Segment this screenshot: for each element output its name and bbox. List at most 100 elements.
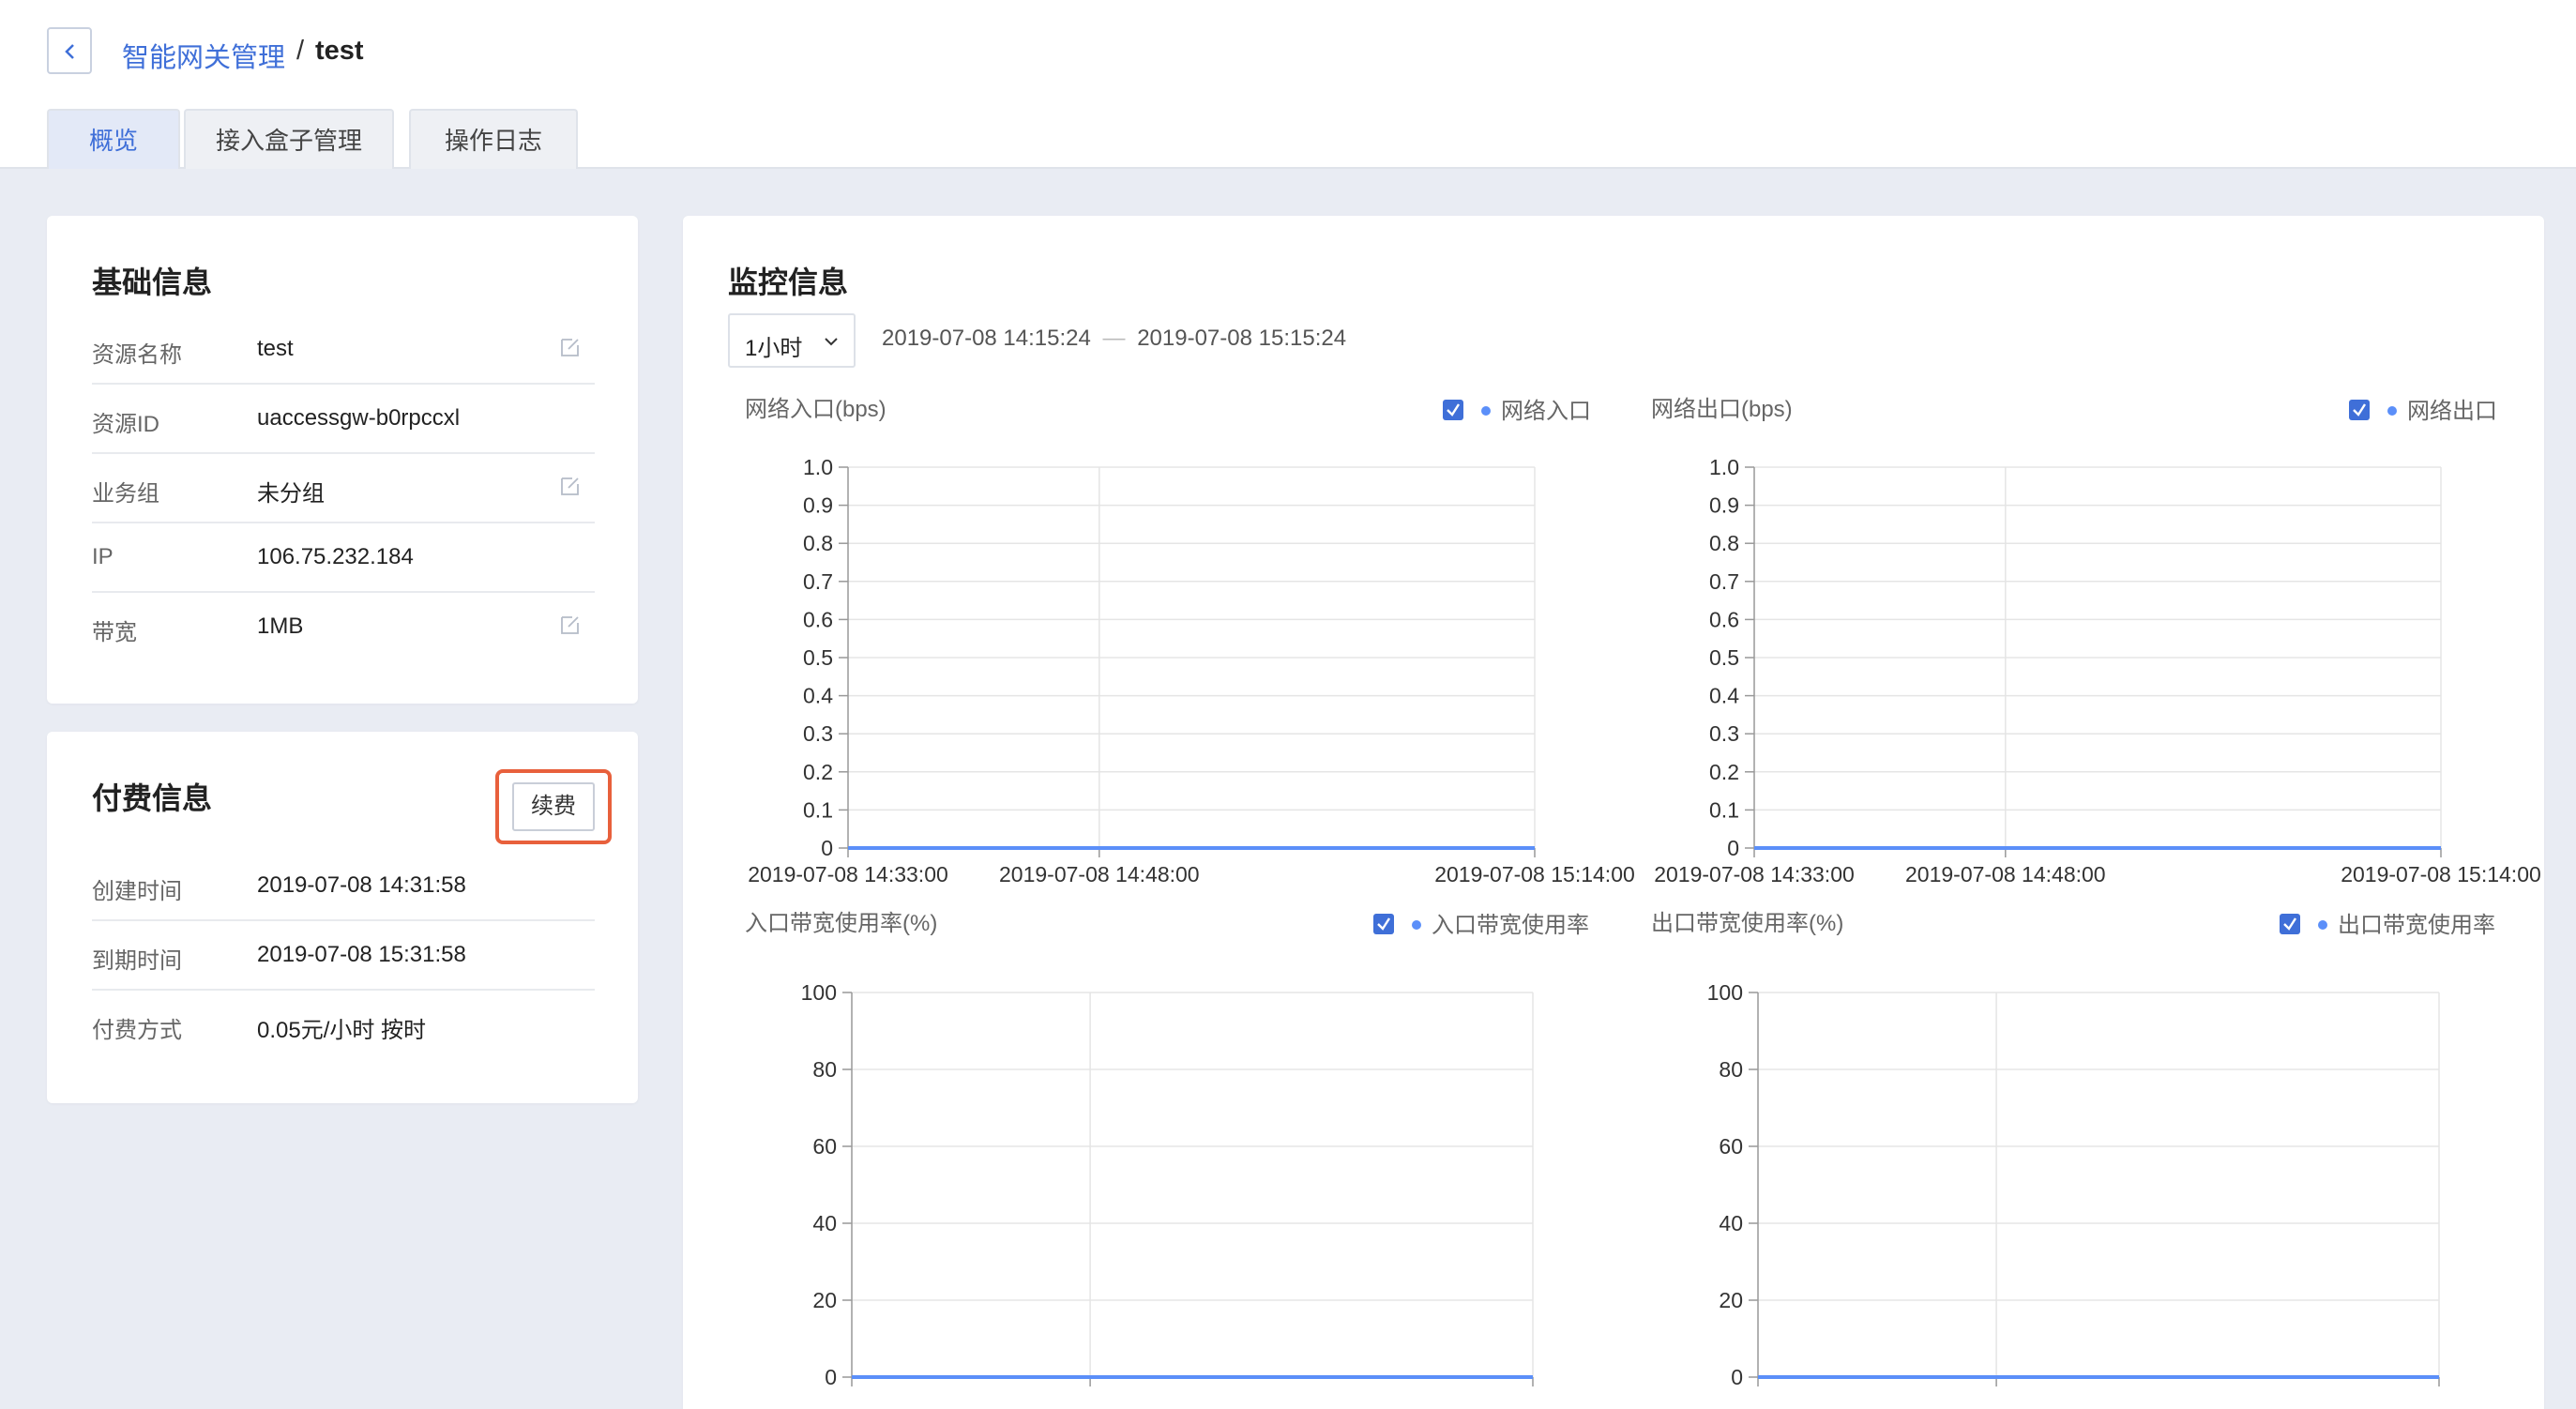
x-tick-label: 2019-07-08 14:33:00: [1654, 862, 1855, 886]
y-tick-label: 0: [1731, 1365, 1743, 1389]
x-tick-label: 2019-07-08 15:14:00: [1434, 862, 1635, 886]
info-value: test: [257, 336, 294, 361]
time-range-select[interactable]: 1小时: [728, 313, 856, 368]
tab-overview[interactable]: 概览: [47, 109, 180, 169]
chart-svg: 网络入口(bps) 网络入口 1.0 0.9 0.8 0.7 0.6 0.5 0.4 0.3 0.2…: [745, 397, 1635, 886]
info-value: 未分组: [257, 481, 325, 507]
y-tick-label: 60: [812, 1134, 837, 1159]
info-label: 到期时间: [92, 948, 182, 974]
y-tick-label: 40: [812, 1211, 837, 1235]
breadcrumb-separator: /: [296, 36, 305, 66]
legend-label: 出口带宽使用率: [2338, 913, 2495, 938]
y-tick-label: 0.4: [1709, 684, 1739, 708]
tab-box-management[interactable]: 接入盒子管理: [184, 109, 394, 169]
y-tick-label: 0.4: [803, 684, 833, 708]
y-tick-label: 0.6: [803, 607, 833, 631]
y-tick-label: 0.2: [1709, 760, 1739, 784]
chart-title: 出口带宽使用率(%): [1651, 911, 1843, 936]
chevron-down-icon: [825, 338, 838, 346]
legend-dot: [2387, 406, 2397, 416]
legend-dot: [1481, 406, 1491, 416]
renew-button[interactable]: 续费: [512, 782, 595, 831]
info-row-bandwidth: 带宽 1MB: [92, 593, 595, 662]
info-value: 1MB: [257, 614, 304, 639]
tab-label: 接入盒子管理: [215, 127, 362, 155]
legend-label: 网络入口: [1501, 399, 1591, 424]
chart-svg: 入口带宽使用率(%)入口带宽使用率1008060402002019-07-08 …: [745, 911, 1589, 1389]
chart-out-bandwidth-usage: 出口带宽使用率(%)出口带宽使用率1008060402002019-07-08 …: [1642, 899, 2514, 1405]
y-tick-label: 0.7: [1709, 569, 1739, 594]
legend-dot: [1412, 920, 1421, 930]
chart-legend: 网络出口: [2349, 399, 2497, 424]
info-label: 带宽: [92, 620, 137, 645]
y-tick-label: 80: [1719, 1057, 1743, 1082]
x-tick-label: 2019-07-08 14:48:00: [1905, 862, 2106, 886]
x-tick-label: 2019-07-08 14:33:00: [748, 862, 948, 886]
y-tick-label: 1.0: [1709, 455, 1739, 479]
y-tick-label: 20: [812, 1288, 837, 1312]
back-button[interactable]: [47, 27, 92, 74]
chart-svg: 出口带宽使用率(%)出口带宽使用率1008060402002019-07-08 …: [1651, 911, 2495, 1389]
info-row-resource-name: 资源名称 test: [92, 315, 595, 385]
info-row-ip: IP 106.75.232.184: [92, 523, 595, 593]
y-tick-label: 0.5: [1709, 645, 1739, 670]
y-tick-label: 40: [1719, 1211, 1743, 1235]
y-tick-label: 0.1: [1709, 797, 1739, 822]
info-value: 0.05元/小时 按时: [257, 1018, 427, 1043]
edit-icon[interactable]: [559, 336, 582, 358]
info-value: 2019-07-08 14:31:58: [257, 872, 466, 898]
basic-info-title: 基础信息: [92, 265, 213, 299]
y-tick-label: 0.8: [803, 531, 833, 555]
y-tick-label: 0.8: [1709, 531, 1739, 555]
y-tick-label: 0: [825, 1365, 837, 1389]
y-tick-label: 0: [821, 836, 833, 860]
info-value: 2019-07-08 15:31:58: [257, 942, 466, 967]
chart-network-out: 网络出口(bps) 网络出口 1.0 0.9 0.8 0.7 0.6 0.5 0.4 0.3 0.2…: [1642, 385, 2541, 891]
info-row-billing-method: 付费方式 0.05元/小时 按时: [92, 991, 595, 1060]
y-tick-label: 0.3: [1709, 721, 1739, 746]
info-row-created-time: 创建时间 2019-07-08 14:31:58: [92, 852, 595, 921]
billing-info-title: 付费信息: [92, 781, 213, 815]
legend-label: 网络出口: [2407, 399, 2497, 424]
y-tick-label: 0.9: [1709, 493, 1739, 518]
x-tick-label: 2019-07-08 14:48:00: [999, 862, 1200, 886]
tab-operation-log[interactable]: 操作日志: [409, 109, 578, 169]
chart-title: 网络入口(bps): [745, 397, 886, 422]
y-tick-label: 0.6: [1709, 607, 1739, 631]
info-label: 资源名称: [92, 342, 182, 368]
y-tick-label: 80: [812, 1057, 837, 1082]
legend-checkbox: [1373, 914, 1394, 934]
breadcrumb-current: test: [315, 36, 364, 66]
info-label: 付费方式: [92, 1018, 182, 1043]
legend-dot: [2318, 920, 2327, 930]
y-tick-label: 0: [1727, 836, 1739, 860]
chart-legend: 出口带宽使用率: [2280, 913, 2495, 938]
y-tick-label: 60: [1719, 1134, 1743, 1159]
info-label: 创建时间: [92, 879, 182, 904]
y-tick-label: 0.5: [803, 645, 833, 670]
legend-checkbox: [1443, 400, 1463, 420]
info-value: 106.75.232.184: [257, 544, 414, 569]
tab-label: 概览: [88, 127, 138, 155]
breadcrumb-parent-link[interactable]: 智能网关管理: [122, 36, 285, 75]
y-tick-label: 1.0: [803, 455, 833, 479]
chart-title: 入口带宽使用率(%): [745, 911, 937, 936]
time-range-separator: —: [1102, 326, 1126, 351]
edit-icon[interactable]: [559, 475, 582, 497]
chart-legend: 网络入口: [1443, 399, 1591, 424]
page-header: 智能网关管理 / test 概览 接入盒子管理 操作日志: [0, 0, 2576, 169]
info-row-resource-id: 资源ID uaccessgw-b0rpccxl: [92, 385, 595, 454]
chart-title: 网络出口(bps): [1651, 397, 1793, 422]
info-row-business-group: 业务组 未分组: [92, 454, 595, 523]
y-tick-label: 100: [1707, 980, 1743, 1005]
monitor-card: 监控信息 1小时 2019-07-08 14:15:24 — 2019-07-0…: [683, 216, 2544, 1409]
y-tick-label: 0.2: [803, 760, 833, 784]
tab-label: 操作日志: [444, 127, 542, 155]
edit-icon[interactable]: [559, 614, 582, 636]
y-tick-label: 20: [1719, 1288, 1743, 1312]
legend-checkbox: [2349, 400, 2370, 420]
chevron-left-icon: [65, 44, 74, 59]
info-label: 资源ID: [92, 412, 159, 437]
x-tick-label: 2019-07-08 15:14:00: [2341, 862, 2541, 886]
renew-highlight: 续费: [495, 769, 612, 844]
